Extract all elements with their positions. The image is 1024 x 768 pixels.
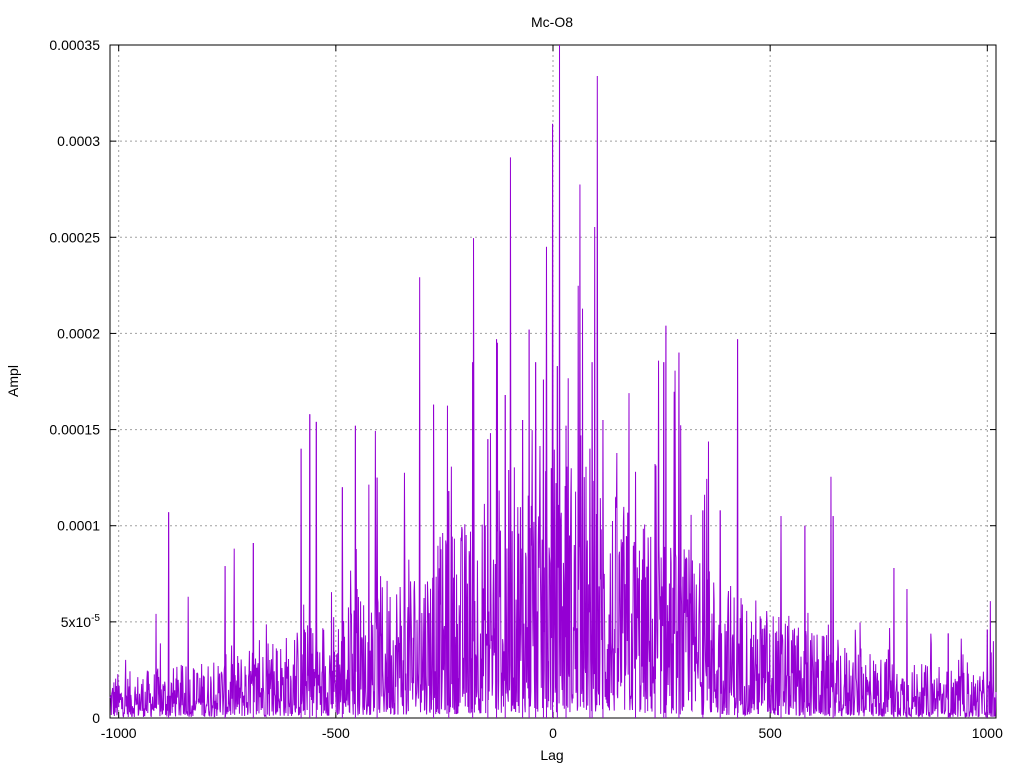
x-tick-label: 0: [549, 725, 557, 741]
x-tick-labels: -1000 -500 0 500 1000: [101, 725, 1003, 741]
y-tick-label-text: 0.00025: [49, 229, 100, 245]
y-tick-label: 0.0002: [57, 325, 100, 341]
y-tick-label: 0.00035: [49, 37, 100, 53]
x-axis-title: Lag: [540, 747, 563, 763]
series-group: [109, 44, 997, 719]
x-tick-label: 500: [758, 725, 782, 741]
y-tick-label: 5x10-5: [61, 613, 101, 630]
y-tick-label: 0.00015: [49, 422, 100, 438]
y-tick-label: 0.0001: [57, 518, 100, 534]
y-axis-title: Ampl: [5, 365, 21, 397]
x-tick-label: 1000: [972, 725, 1003, 741]
y-tick-labels: 0 5x10-5 0.0001 0.00015 0.0002 0.00025 0.0003 0…: [49, 37, 100, 726]
chart-svg: -1000 -500 0 500 1000 0 5x10-5 0.0001 0.00015 0.…: [5, 14, 1003, 763]
y-tick-label: 0.00025: [49, 229, 100, 245]
y-tick-label-text: 0.00015: [49, 422, 100, 438]
y-tick-label-text: 0.0002: [57, 325, 100, 341]
y-tick-label: 0.0003: [57, 133, 100, 149]
y-tick-label-text: 5x10: [61, 614, 92, 630]
x-tick-label: -500: [322, 725, 350, 741]
chart-title: Mc-O8: [531, 14, 573, 30]
y-tick-label-text: 0.0003: [57, 133, 100, 149]
y-tick-label-text: 0.00035: [49, 37, 100, 53]
x-tick-label: -1000: [101, 725, 137, 741]
y-tick-label-text: 0: [92, 710, 100, 726]
y-tick-label-exponent: -5: [91, 613, 100, 624]
y-tick-label-text: 0.0001: [57, 518, 100, 534]
y-tick-label: 0: [92, 710, 100, 726]
